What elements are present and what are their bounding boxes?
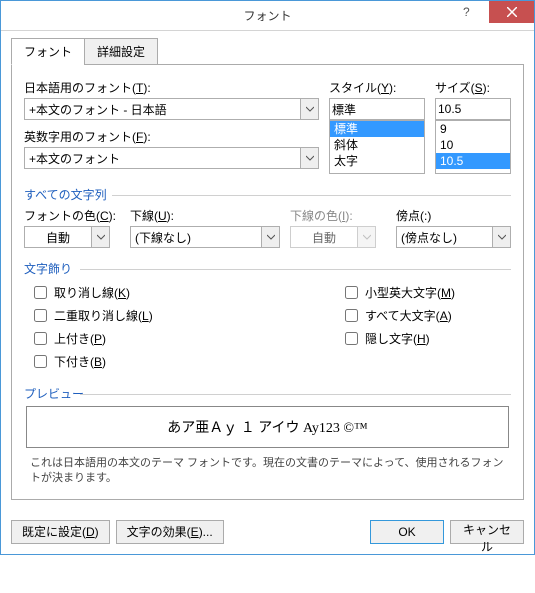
chevron-down-icon <box>358 226 376 248</box>
emphasis-dropdown[interactable]: (傍点なし) <box>396 226 511 248</box>
underline-dropdown[interactable]: (下線なし) <box>130 226 280 248</box>
check-double-strikethrough[interactable]: 二重取り消し線(L) <box>30 306 331 325</box>
svg-text:?: ? <box>463 6 470 18</box>
latin-font-label: 英数字用のフォント(F): <box>24 128 319 145</box>
preview-box: あア亜Ａｙ １ アイウ Ay123 ©™ <box>26 406 509 448</box>
size-input[interactable] <box>435 98 511 120</box>
chevron-down-icon[interactable] <box>92 226 110 248</box>
chevron-down-icon[interactable] <box>301 147 319 169</box>
list-item[interactable]: 9 <box>436 121 510 137</box>
check-strikethrough[interactable]: 取り消し線(K) <box>30 283 331 302</box>
jp-font-label: 日本語用のフォント(T): <box>24 79 319 96</box>
font-color-value: 自動 <box>24 226 92 248</box>
underline-label: 下線(U): <box>130 207 280 224</box>
ok-button[interactable]: OK <box>370 520 444 544</box>
tab-strip: フォント 詳細設定 <box>11 37 524 65</box>
emphasis-label: 傍点(:) <box>396 207 511 224</box>
group-preview: プレビュー <box>24 385 511 402</box>
emphasis-value: (傍点なし) <box>396 226 493 248</box>
group-effects: 文字飾り <box>24 260 511 277</box>
style-label: スタイル(Y): <box>329 79 425 96</box>
cancel-button[interactable]: キャンセル <box>450 520 524 544</box>
list-item[interactable]: 標準 <box>330 121 424 137</box>
text-effects-button[interactable]: 文字の効果(E)... <box>116 520 224 544</box>
chevron-down-icon[interactable] <box>262 226 280 248</box>
latin-font-combo[interactable] <box>24 147 319 169</box>
list-item[interactable]: 10.5 <box>436 153 510 169</box>
list-item[interactable]: 10 <box>436 137 510 153</box>
underline-color-dropdown: 自動 <box>290 226 386 248</box>
size-label: サイズ(S): <box>435 79 511 96</box>
tab-font[interactable]: フォント <box>11 38 85 65</box>
font-color-dropdown[interactable]: 自動 <box>24 226 120 248</box>
underline-color-label: 下線の色(I): <box>290 207 386 224</box>
chevron-down-icon[interactable] <box>301 98 319 120</box>
latin-font-input[interactable] <box>24 147 301 169</box>
size-listbox[interactable]: 9 10 10.5 <box>435 120 511 174</box>
group-all-text: すべての文字列 <box>24 186 511 203</box>
check-hidden[interactable]: 隠し文字(H) <box>341 329 511 348</box>
set-default-button[interactable]: 既定に設定(D) <box>11 520 110 544</box>
list-item[interactable]: 太字 <box>330 153 424 169</box>
jp-font-input[interactable] <box>24 98 301 120</box>
font-color-label: フォントの色(C): <box>24 207 120 224</box>
jp-font-combo[interactable] <box>24 98 319 120</box>
tab-advanced[interactable]: 詳細設定 <box>84 38 158 65</box>
check-subscript[interactable]: 下付き(B) <box>30 352 331 371</box>
style-input[interactable] <box>329 98 425 120</box>
close-button[interactable] <box>489 1 534 23</box>
underline-color-value: 自動 <box>290 226 358 248</box>
list-item[interactable]: 斜体 <box>330 137 424 153</box>
check-small-caps[interactable]: 小型英大文字(M) <box>341 283 511 302</box>
title-bar: フォント ? <box>1 1 534 31</box>
style-listbox[interactable]: 標準 斜体 太字 <box>329 120 425 174</box>
help-button[interactable]: ? <box>444 1 489 23</box>
check-all-caps[interactable]: すべて大文字(A) <box>341 306 511 325</box>
underline-value: (下線なし) <box>130 226 262 248</box>
preview-description: これは日本語用の本文のテーマ フォントです。現在の文書のテーマによって、使用され… <box>24 452 511 489</box>
chevron-down-icon[interactable] <box>493 226 511 248</box>
check-superscript[interactable]: 上付き(P) <box>30 329 331 348</box>
